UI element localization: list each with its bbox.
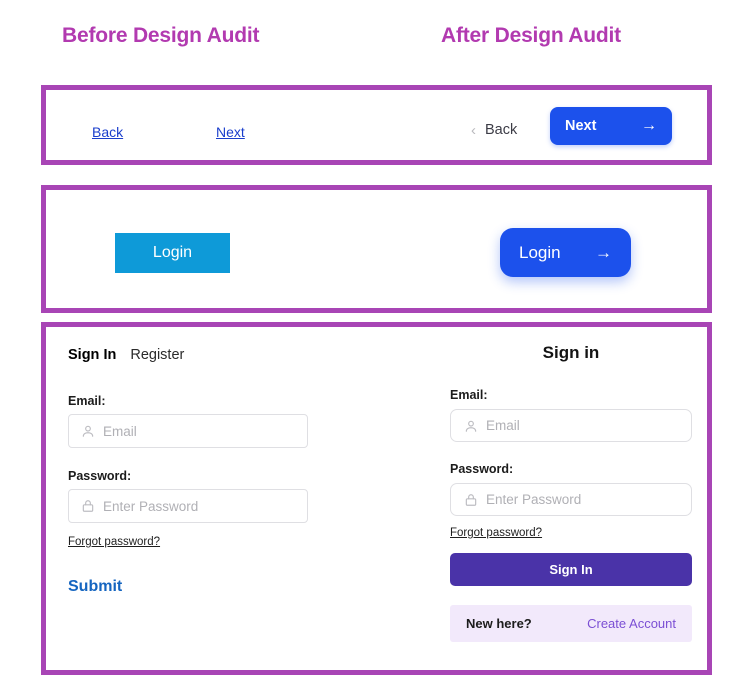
next-button-label: Next bbox=[565, 118, 597, 134]
next-button-new[interactable]: Next → bbox=[550, 107, 672, 145]
login-button-comparison-panel: Login Login → bbox=[41, 185, 712, 313]
auth-tabs-old: Sign In Register bbox=[68, 347, 348, 363]
lock-icon bbox=[465, 493, 477, 506]
tab-sign-in[interactable]: Sign In bbox=[68, 347, 116, 363]
back-link-new[interactable]: ‹ Back bbox=[471, 122, 517, 138]
sign-in-button-new[interactable]: Sign In bbox=[450, 553, 692, 586]
form-before-half: Sign In Register Email: Email Password: bbox=[46, 327, 427, 670]
signin-form-comparison-panel: Sign In Register Email: Email Password: bbox=[41, 322, 712, 675]
password-placeholder-new: Enter Password bbox=[486, 492, 582, 507]
login-after-half: Login → bbox=[427, 190, 707, 308]
signin-form-old: Sign In Register Email: Email Password: bbox=[68, 347, 348, 596]
password-field-group-old: Password: Enter Password bbox=[68, 469, 348, 523]
nav-comparison-panel: Back Next ‹ Back Next → bbox=[41, 85, 712, 165]
password-placeholder-old: Enter Password bbox=[103, 498, 199, 514]
new-here-label: New here? bbox=[466, 616, 532, 631]
nav-after-half: ‹ Back Next → bbox=[427, 90, 707, 160]
new-here-bar: New here? Create Account bbox=[450, 605, 692, 642]
arrow-right-icon: → bbox=[595, 242, 612, 262]
password-label-old: Password: bbox=[68, 469, 132, 483]
create-account-link[interactable]: Create Account bbox=[587, 616, 676, 631]
email-placeholder-old: Email bbox=[103, 423, 137, 439]
column-headings: Before Design Audit After Design Audit bbox=[0, 0, 754, 78]
heading-after: After Design Audit bbox=[441, 24, 621, 47]
forgot-password-link-new[interactable]: Forgot password? bbox=[450, 527, 542, 539]
person-icon bbox=[82, 425, 94, 437]
next-link-old[interactable]: Next bbox=[216, 124, 245, 140]
email-placeholder-new: Email bbox=[486, 418, 520, 433]
nav-before-half: Back Next bbox=[46, 90, 427, 160]
email-field-group-old: Email: Email bbox=[68, 394, 348, 448]
signin-form-new: Sign in Email: Email Password: Enter Pas… bbox=[450, 335, 692, 642]
email-input-new[interactable]: Email bbox=[450, 409, 692, 442]
person-icon bbox=[465, 420, 477, 432]
lock-icon bbox=[82, 500, 94, 512]
password-label-new: Password: bbox=[450, 462, 514, 476]
email-label-old: Email: bbox=[68, 394, 106, 408]
email-label-new: Email: bbox=[450, 388, 488, 402]
email-field-group-new: Email: Email bbox=[450, 388, 692, 442]
form-after-half: Sign in Email: Email Password: Enter Pas… bbox=[427, 327, 707, 670]
signin-title: Sign in bbox=[542, 343, 600, 362]
chevron-left-icon: ‹ bbox=[471, 121, 476, 139]
forgot-password-link-old[interactable]: Forgot password? bbox=[68, 536, 160, 548]
login-before-half: Login bbox=[46, 190, 427, 308]
tab-register[interactable]: Register bbox=[130, 347, 184, 363]
email-input-old[interactable]: Email bbox=[68, 414, 308, 448]
heading-before: Before Design Audit bbox=[62, 24, 260, 47]
password-input-new[interactable]: Enter Password bbox=[450, 483, 692, 516]
back-link-new-label: Back bbox=[485, 122, 518, 138]
arrow-right-icon: → bbox=[641, 117, 657, 134]
password-field-group-new: Password: Enter Password bbox=[450, 462, 692, 516]
submit-button-old[interactable]: Submit bbox=[68, 578, 122, 596]
password-input-old[interactable]: Enter Password bbox=[68, 489, 308, 523]
login-button-old[interactable]: Login bbox=[115, 233, 230, 273]
login-button-new-label: Login bbox=[519, 242, 561, 262]
back-link-old[interactable]: Back bbox=[92, 124, 123, 140]
login-button-new[interactable]: Login → bbox=[500, 228, 631, 277]
